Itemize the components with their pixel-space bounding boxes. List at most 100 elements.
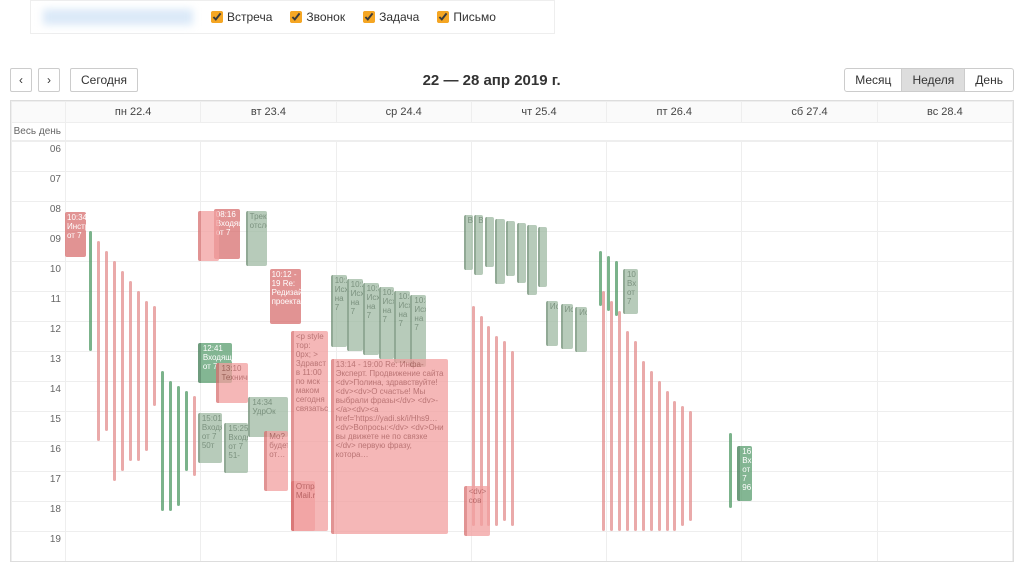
- time-slot[interactable]: [471, 502, 606, 532]
- prev-button[interactable]: ‹: [10, 68, 32, 92]
- time-slot[interactable]: [877, 442, 1012, 472]
- time-slot[interactable]: [66, 382, 201, 412]
- task-checkbox[interactable]: [363, 11, 375, 23]
- calendar-event[interactable]: [121, 271, 124, 471]
- time-slot[interactable]: [607, 232, 742, 262]
- allday-cells[interactable]: [66, 123, 1013, 141]
- time-slot[interactable]: [66, 472, 201, 502]
- meeting-checkbox[interactable]: [211, 11, 223, 23]
- calendar-event[interactable]: <dv> сов: [464, 486, 491, 536]
- time-slot[interactable]: [877, 322, 1012, 352]
- calendar-event[interactable]: Исх: [546, 301, 558, 346]
- calendar-event[interactable]: [129, 281, 132, 461]
- time-slot[interactable]: [877, 232, 1012, 262]
- calendar-event[interactable]: [615, 261, 618, 316]
- time-slot[interactable]: [877, 142, 1012, 172]
- time-slot[interactable]: [742, 502, 877, 532]
- time-slot[interactable]: [742, 352, 877, 382]
- calendar-event[interactable]: [517, 223, 526, 283]
- time-slot[interactable]: [471, 142, 606, 172]
- calendar-event[interactable]: [105, 251, 108, 431]
- calendar-event[interactable]: [511, 351, 514, 526]
- calendar-event[interactable]: [626, 331, 629, 531]
- filter-meeting[interactable]: Встреча: [211, 10, 272, 24]
- calendar-event[interactable]: [113, 261, 116, 481]
- time-slot[interactable]: [471, 532, 606, 562]
- calendar-event[interactable]: [185, 391, 188, 471]
- time-slot[interactable]: [742, 292, 877, 322]
- time-slot[interactable]: [471, 352, 606, 382]
- time-slot[interactable]: [877, 262, 1012, 292]
- calendar-event[interactable]: [658, 381, 661, 531]
- calendar-event[interactable]: [503, 341, 506, 521]
- filter-task[interactable]: Задача: [363, 10, 419, 24]
- time-slot[interactable]: [877, 202, 1012, 232]
- time-slot[interactable]: [877, 412, 1012, 442]
- time-slot[interactable]: [471, 172, 606, 202]
- time-slot[interactable]: [201, 532, 336, 562]
- calendar-event[interactable]: 16 Вх от 7 96: [737, 446, 752, 501]
- time-slot[interactable]: [66, 412, 201, 442]
- time-slot[interactable]: [471, 472, 606, 502]
- time-slot[interactable]: [201, 142, 336, 172]
- calendar-event[interactable]: [495, 336, 498, 526]
- calendar-event[interactable]: [602, 291, 605, 531]
- calendar-event[interactable]: 10:25 Исх на 7: [347, 279, 363, 351]
- calendar-event[interactable]: 10:12 - 19 Re: Редизай проекта: [270, 269, 302, 324]
- calendar-event[interactable]: [161, 371, 164, 511]
- time-slot[interactable]: [877, 292, 1012, 322]
- calendar-event[interactable]: 10:49 Исх на 7: [410, 295, 426, 367]
- calendar-event[interactable]: 10:24 Исх на 7: [331, 275, 347, 347]
- calendar-event[interactable]: Исх: [575, 307, 587, 352]
- time-slot[interactable]: [471, 442, 606, 472]
- time-slot[interactable]: [201, 292, 336, 322]
- next-button[interactable]: ›: [38, 68, 60, 92]
- time-slot[interactable]: [471, 412, 606, 442]
- view-week[interactable]: Неделя: [901, 68, 965, 92]
- time-slot[interactable]: [471, 382, 606, 412]
- time-slot[interactable]: [877, 172, 1012, 202]
- time-slot[interactable]: [742, 382, 877, 412]
- calendar-event[interactable]: [153, 306, 156, 406]
- calendar-event[interactable]: [145, 301, 148, 451]
- calendar-event[interactable]: [193, 396, 196, 476]
- calendar-event[interactable]: 15:25 Входяща от 7 51-: [224, 423, 248, 473]
- calendar-event[interactable]: [610, 301, 613, 531]
- time-slot[interactable]: [742, 232, 877, 262]
- time-slot[interactable]: [742, 532, 877, 562]
- today-button[interactable]: Сегодня: [70, 68, 138, 92]
- filter-call[interactable]: Звонок: [290, 10, 345, 24]
- time-slot[interactable]: [742, 172, 877, 202]
- calendar-event[interactable]: [618, 311, 621, 531]
- time-slot[interactable]: [66, 142, 201, 172]
- calendar-event[interactable]: [666, 391, 669, 531]
- calendar-event[interactable]: [642, 361, 645, 531]
- calendar-event[interactable]: [177, 386, 180, 506]
- time-slot[interactable]: [336, 142, 471, 172]
- time-slot[interactable]: [877, 502, 1012, 532]
- letter-checkbox[interactable]: [437, 11, 449, 23]
- calendar-event[interactable]: [650, 371, 653, 531]
- time-slot[interactable]: [201, 172, 336, 202]
- calendar-event[interactable]: [689, 411, 692, 521]
- time-slot[interactable]: [742, 262, 877, 292]
- time-slot[interactable]: [336, 172, 471, 202]
- time-slot[interactable]: [607, 172, 742, 202]
- filter-letter[interactable]: Письмо: [437, 10, 496, 24]
- time-slot[interactable]: [66, 172, 201, 202]
- calendar-event[interactable]: 10:34 Инстр от 7: [65, 212, 86, 257]
- time-slot[interactable]: [742, 322, 877, 352]
- calendar-event[interactable]: [495, 219, 504, 284]
- calendar-event[interactable]: 10:45 Исх на 7: [394, 291, 410, 363]
- time-slot[interactable]: [66, 322, 201, 352]
- calendar-event[interactable]: Мо? будет? от…: [264, 431, 288, 491]
- time-slot[interactable]: [742, 412, 877, 442]
- calendar-event[interactable]: [538, 227, 547, 287]
- calendar-event[interactable]: [97, 241, 100, 441]
- time-slot[interactable]: [66, 532, 201, 562]
- view-month[interactable]: Месяц: [844, 68, 902, 92]
- time-slot[interactable]: [877, 532, 1012, 562]
- time-slot[interactable]: [742, 142, 877, 172]
- calendar-event[interactable]: [729, 433, 732, 508]
- time-slot[interactable]: [66, 442, 201, 472]
